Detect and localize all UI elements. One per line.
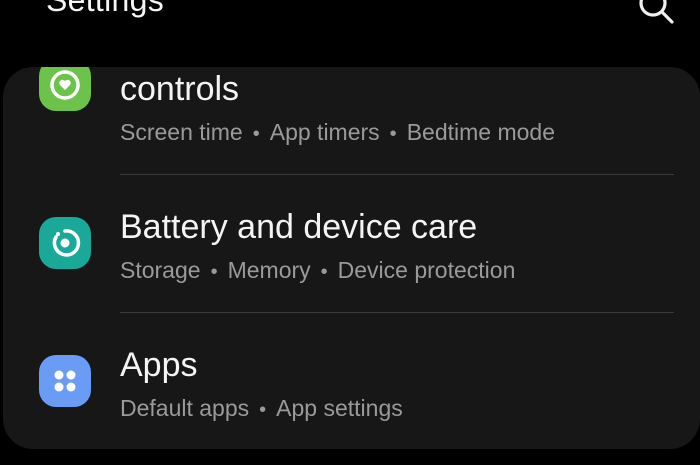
app-header: Settings xyxy=(0,0,700,60)
apps-grid-icon xyxy=(39,355,91,407)
subtitle-separator: • xyxy=(320,261,328,283)
item-title: controls xyxy=(120,70,240,108)
subtitle-part: Memory xyxy=(227,257,311,283)
device-care-icon xyxy=(39,217,91,269)
subtitle-separator: • xyxy=(259,399,267,421)
item-title: Apps xyxy=(120,346,198,384)
settings-item-battery-device-care[interactable]: Battery and device care Storage • Memory • D… xyxy=(3,175,700,313)
subtitle-separator: • xyxy=(252,123,260,145)
search-icon xyxy=(639,0,674,24)
subtitle-separator: • xyxy=(389,123,397,145)
subtitle-part: Screen time xyxy=(120,119,243,145)
settings-card: controls Screen time • App timers • Bedtime … xyxy=(3,67,700,449)
item-title: Battery and device care xyxy=(120,208,478,246)
heart-shield-icon xyxy=(39,67,91,111)
settings-item-digital-wellbeing[interactable]: controls Screen time • App timers • Bedtime … xyxy=(3,67,700,155)
subtitle-part: Device protection xyxy=(337,257,516,283)
subtitle-part: App timers xyxy=(269,119,380,145)
subtitle-part: Storage xyxy=(120,257,201,283)
item-subtitle: Screen time • App timers • Bedtime mode xyxy=(120,119,555,146)
item-subtitle: Default apps • App settings xyxy=(120,395,403,422)
subtitle-part: App settings xyxy=(276,395,403,421)
page-title: Settings xyxy=(46,0,165,18)
search-button[interactable] xyxy=(636,0,676,26)
settings-item-apps[interactable]: Apps Default apps • App settings xyxy=(3,313,700,449)
subtitle-part: Bedtime mode xyxy=(406,119,555,145)
subtitle-separator: • xyxy=(210,261,218,283)
subtitle-part: Default apps xyxy=(120,395,250,421)
item-subtitle: Storage • Memory • Device protection xyxy=(120,257,515,284)
